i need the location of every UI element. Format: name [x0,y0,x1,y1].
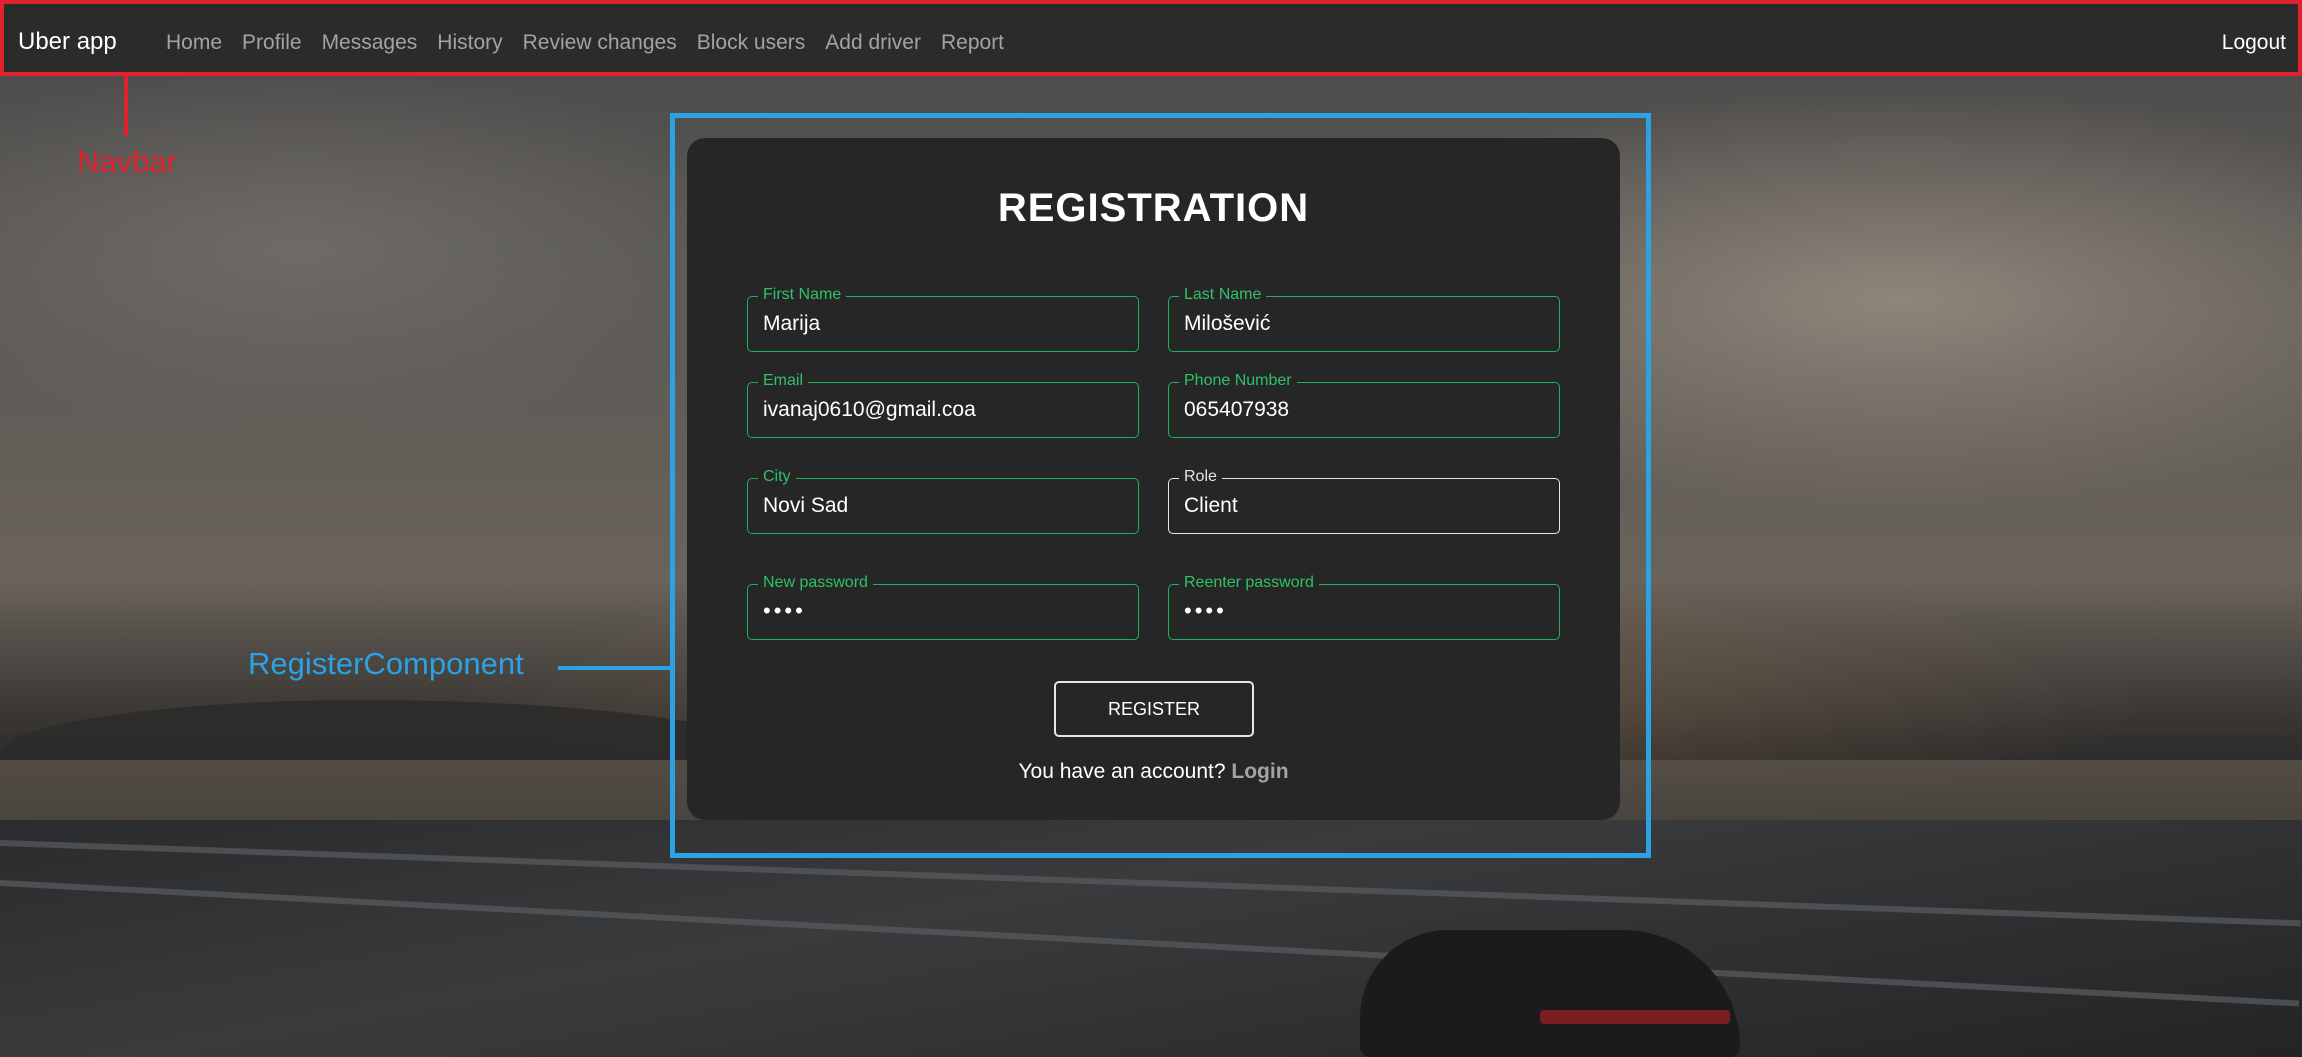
background-car-taillight [1540,1010,1730,1024]
reenter-password-value: •••• [1184,598,1227,623]
phone-number-label: Phone Number [1179,372,1297,390]
phone-number-value: 065407938 [1184,398,1290,421]
nav-links: Home Profile Messages History Review cha… [166,31,1004,55]
first-name-field[interactable]: First Name Marija [747,286,1139,352]
nav-link-report[interactable]: Report [941,31,1004,55]
logout-link[interactable]: Logout [2222,31,2286,55]
account-text: You have an account? [1018,760,1226,783]
phone-number-field[interactable]: Phone Number 065407938 [1168,372,1560,438]
city-field[interactable]: City Novi Sad [747,468,1139,534]
new-password-label: New password [758,574,873,592]
new-password-value: •••• [763,598,806,623]
email-label: Email [758,372,809,390]
nav-link-home[interactable]: Home [166,31,222,55]
last-name-field[interactable]: Last Name Milošević [1168,286,1560,352]
nav-link-profile[interactable]: Profile [242,31,302,55]
registration-title: REGISTRATION [997,186,1310,230]
brand-link[interactable]: Uber app [18,28,117,56]
navbar-annotation-line [124,76,128,136]
nav-link-review-changes[interactable]: Review changes [523,31,677,55]
role-value: Client [1184,494,1238,517]
last-name-label: Last Name [1179,286,1267,304]
nav-link-messages[interactable]: Messages [322,31,418,55]
new-password-field[interactable]: New password •••• [747,574,1139,640]
registration-card: REGISTRATION First Name Marija Last Name… [687,138,1620,820]
register-button[interactable]: REGISTER [1054,681,1254,737]
reenter-password-field[interactable]: Reenter password •••• [1168,574,1560,640]
register-component-annotation-line [558,666,670,670]
role-select[interactable]: Role Client [1168,468,1560,534]
first-name-value: Marija [763,312,821,335]
email-field[interactable]: Email ivanaj0610@gmail.coa [747,372,1139,438]
background-car [1360,930,1740,1057]
email-value: ivanaj0610@gmail.coa [763,398,976,421]
navbar: Uber app Home Profile Messages History R… [0,0,2302,76]
first-name-label: First Name [758,286,847,304]
city-value: Novi Sad [763,494,849,517]
last-name-value: Milošević [1184,312,1271,335]
register-component-annotation-label: RegisterComponent [248,646,524,681]
account-prompt: You have an account? Login [687,760,1620,784]
nav-link-add-driver[interactable]: Add driver [825,31,921,55]
login-link[interactable]: Login [1231,760,1288,783]
reenter-password-label: Reenter password [1179,574,1319,592]
role-label: Role [1179,468,1222,486]
city-label: City [758,468,796,486]
navbar-annotation-label: Navbar [77,144,177,179]
nav-link-history[interactable]: History [437,31,502,55]
nav-link-block-users[interactable]: Block users [697,31,806,55]
